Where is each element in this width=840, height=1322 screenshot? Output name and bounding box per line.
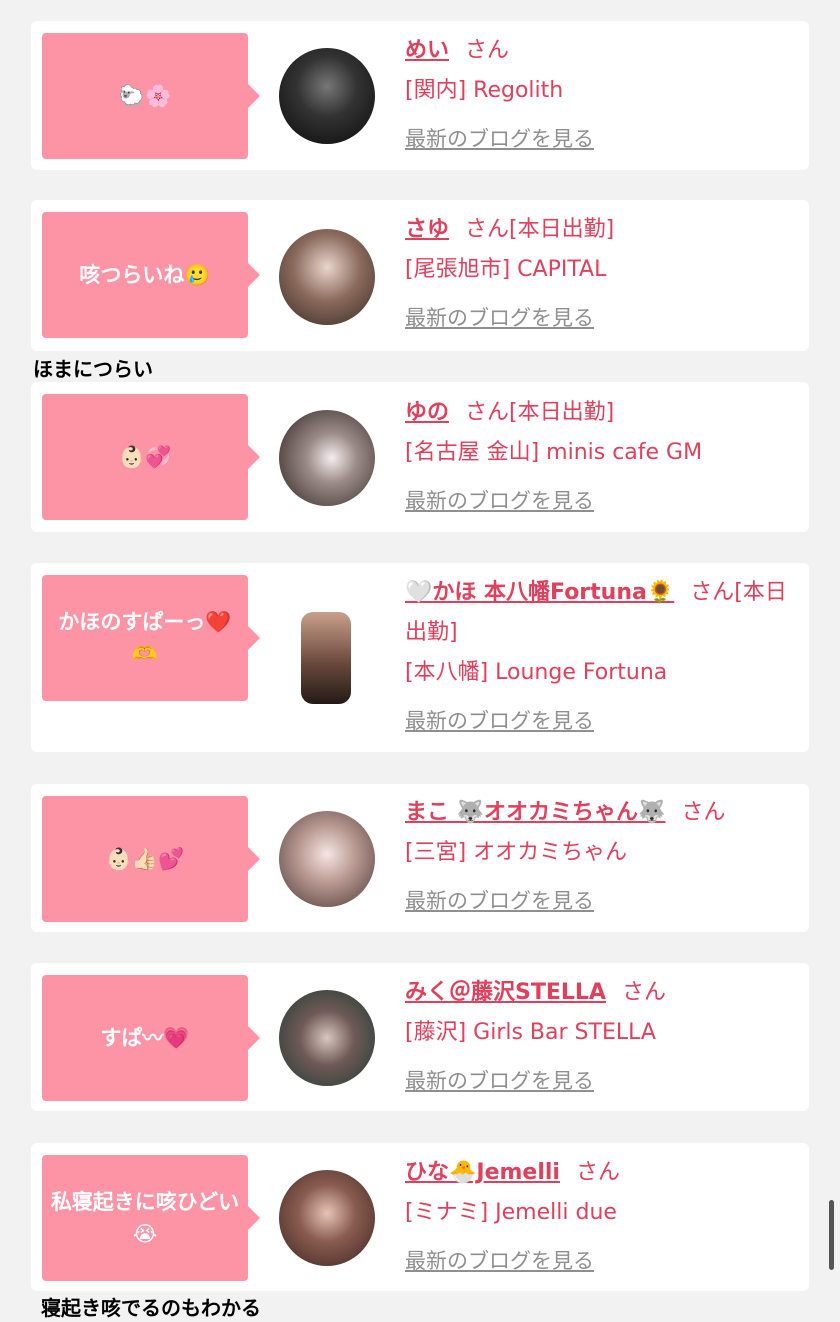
blog-card[interactable]: 👶🏻💞 ゆの さん[本日出勤] [名古屋 金山] minis cafe GM 最新… <box>31 382 809 532</box>
honorific: さん[本日出勤] <box>465 217 615 242</box>
scrollbar[interactable] <box>829 1200 834 1270</box>
shop-name: [本八幡] Lounge Fortuna <box>405 660 668 685</box>
latest-blog-link[interactable]: 最新のブログを見る <box>405 1241 797 1281</box>
comment-bubble: すぱ〰💗 <box>42 975 260 1101</box>
shop-name: [藤沢] Girls Bar STELLA <box>405 1020 656 1045</box>
shop-name: [名古屋 金山] minis cafe GM <box>405 440 703 465</box>
cast-name-link[interactable]: さゆ <box>405 217 449 242</box>
honorific: さん <box>681 800 726 825</box>
cast-name-link[interactable]: まこ 🐺オオカミちゃん🐺 <box>405 800 665 825</box>
shop-name: [尾張旭市] CAPITAL <box>405 257 607 282</box>
avatar[interactable] <box>279 811 375 907</box>
avatar[interactable] <box>301 612 351 704</box>
cast-name-link[interactable]: ひな🐣Jemelli <box>405 1160 560 1185</box>
comment-bubble: 🐑🌸 <box>42 33 260 159</box>
shop-name: [関内] Regolith <box>405 78 564 103</box>
comment-caption: ほまにつらい <box>33 357 153 381</box>
cast-name-link[interactable]: みく＠藤沢STELLA <box>405 980 606 1005</box>
cast-name-link[interactable]: めい <box>405 38 449 63</box>
latest-blog-link[interactable]: 最新のブログを見る <box>405 881 797 921</box>
honorific: さん <box>465 38 510 63</box>
avatar[interactable] <box>279 410 375 506</box>
comment-caption: 寝起き咳でるのもわかる <box>41 1296 261 1320</box>
blog-card[interactable]: かほのすぱーっ❤️🫶 🤍かほ 本八幡Fortuna🌻 さん[本日出勤] [本八幡]… <box>31 563 809 752</box>
latest-blog-link[interactable]: 最新のブログを見る <box>405 298 797 338</box>
comment-bubble: 👶🏻👍🏻💕 <box>42 796 260 922</box>
comment-bubble: 咳つらいね🥲 <box>42 212 260 338</box>
latest-blog-link[interactable]: 最新のブログを見る <box>405 119 797 159</box>
honorific: さん <box>575 1160 620 1185</box>
shop-name: [ミナミ] Jemelli due <box>405 1200 617 1225</box>
comment-bubble: 私寝起きに咳ひどい😭 <box>42 1155 260 1281</box>
avatar[interactable] <box>279 48 375 144</box>
avatar[interactable] <box>279 229 375 325</box>
cast-name-link[interactable]: ゆの <box>405 400 449 425</box>
honorific: さん <box>621 980 666 1005</box>
blog-card[interactable]: 👶🏻👍🏻💕 まこ 🐺オオカミちゃん🐺 さん [三宮] オオカミちゃん 最新のブログ… <box>31 784 809 932</box>
latest-blog-link[interactable]: 最新のブログを見る <box>405 1061 797 1101</box>
comment-bubble: かほのすぱーっ❤️🫶 <box>42 575 260 701</box>
cast-name-link[interactable]: 🤍かほ 本八幡Fortuna🌻 <box>405 580 674 605</box>
avatar[interactable] <box>279 1170 375 1266</box>
latest-blog-link[interactable]: 最新のブログを見る <box>405 701 797 741</box>
honorific: さん[本日出勤] <box>465 400 615 425</box>
blog-card[interactable]: 咳つらいね🥲 さゆ さん[本日出勤] [尾張旭市] CAPITAL 最新のブログを… <box>31 200 809 351</box>
shop-name: [三宮] オオカミちゃん <box>405 840 628 865</box>
avatar[interactable] <box>279 990 375 1086</box>
blog-card[interactable]: すぱ〰💗 みく＠藤沢STELLA さん [藤沢] Girls Bar STELLA… <box>31 963 809 1111</box>
blog-card[interactable]: 私寝起きに咳ひどい😭 ひな🐣Jemelli さん [ミナミ] Jemelli du… <box>31 1143 809 1291</box>
latest-blog-link[interactable]: 最新のブログを見る <box>405 481 797 521</box>
blog-card[interactable]: 🐑🌸 めい さん [関内] Regolith 最新のブログを見る <box>31 21 809 170</box>
comment-bubble: 👶🏻💞 <box>42 394 260 520</box>
